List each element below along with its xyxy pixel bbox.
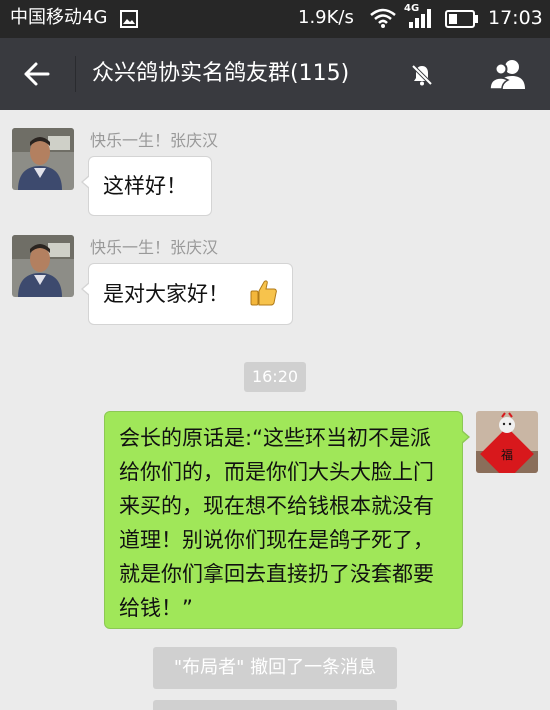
message-bubble[interactable]: 是对大家好！	[81, 263, 293, 325]
status-bar: 中国移动4G 1.9K/s 4G 17:03	[0, 0, 550, 38]
chat-title: 众兴鸽协实名鸽友群(115)	[92, 61, 350, 86]
header-divider	[75, 56, 76, 92]
thumbs-up-icon	[249, 278, 279, 318]
bell-off-icon	[410, 63, 434, 91]
net-speed: 1.9K/s	[298, 7, 354, 28]
avatar[interactable]: 福	[476, 411, 538, 473]
group-members-icon[interactable]	[488, 58, 528, 94]
signal-icon	[408, 8, 434, 32]
message-text: 是对大家好！	[103, 282, 229, 306]
recall-notice: "布局者" 撤回了一条消息	[153, 647, 397, 689]
wifi-icon	[370, 8, 396, 32]
carrier-label: 中国移动4G	[10, 7, 108, 28]
sender-name: 快乐一生！张庆汉	[90, 131, 219, 150]
sender-name: 快乐一生！张庆汉	[90, 238, 219, 257]
chat-header: 众兴鸽协实名鸽友群(115)	[0, 38, 550, 110]
avatar[interactable]	[12, 235, 74, 297]
message-text: 会长的原话是:“这些环当初不是派给你们的，而是你们大头大脸上门来买的，现在想不给…	[119, 426, 434, 620]
message-text: 这样好！	[103, 174, 187, 198]
message-bubble[interactable]: 会长的原话是:“这些环当初不是派给你们的，而是你们大头大脸上门来买的，现在想不给…	[104, 411, 470, 629]
clock: 17:03	[488, 7, 543, 29]
battery-icon	[445, 10, 479, 32]
image-notification-icon	[120, 10, 138, 32]
timestamp: 16:20	[244, 362, 306, 392]
avatar[interactable]	[12, 128, 74, 190]
back-arrow-icon[interactable]	[22, 60, 50, 92]
svg-text:福: 福	[501, 447, 513, 462]
message-bubble[interactable]: 这样好！	[81, 156, 212, 216]
next-notice-edge	[153, 700, 397, 710]
